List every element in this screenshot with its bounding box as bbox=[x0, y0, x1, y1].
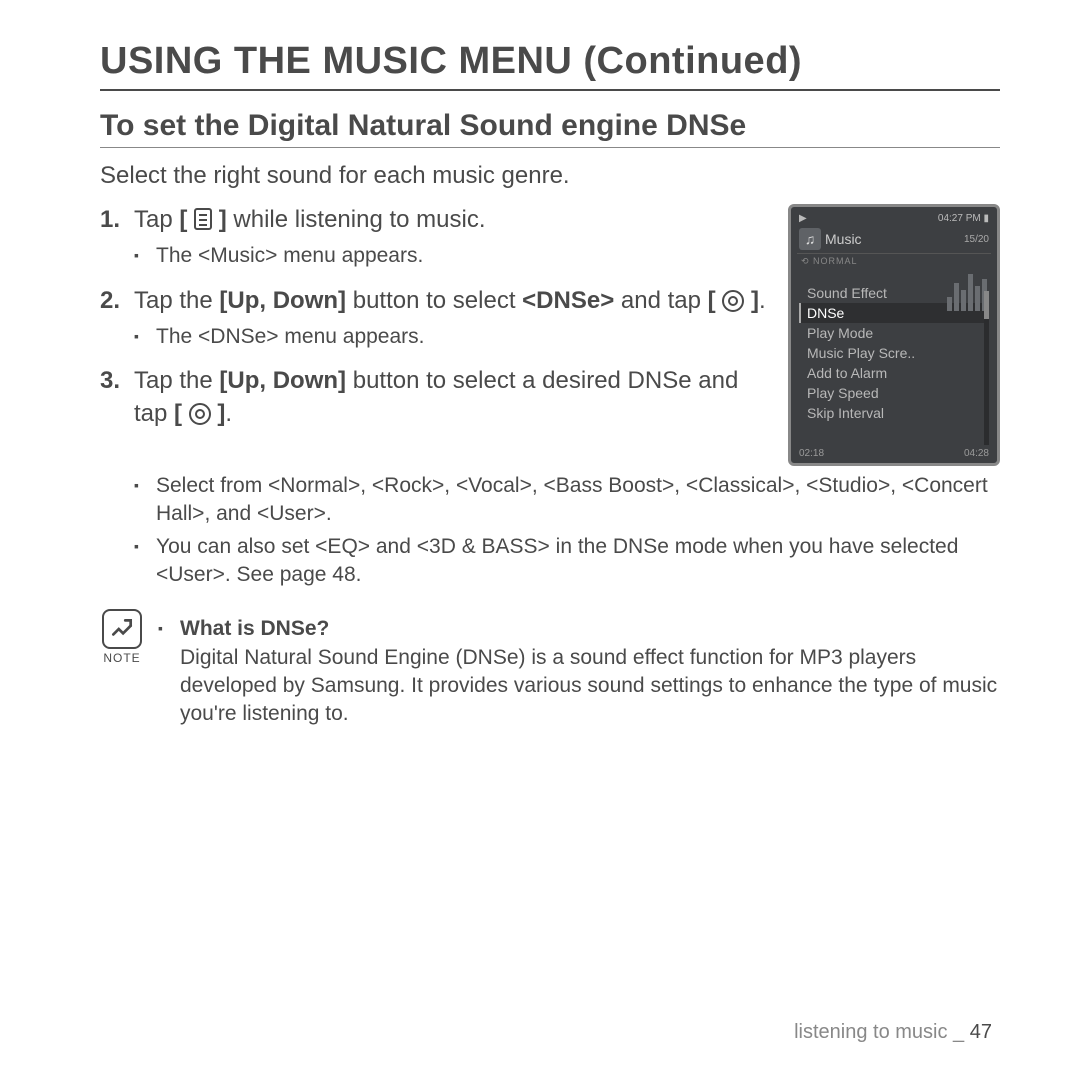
device-menu-item: Skip Interval bbox=[799, 403, 985, 423]
equalizer-icon bbox=[947, 265, 987, 311]
step-1: Tap [ ] while listening to music. The <M… bbox=[100, 204, 766, 271]
device-track-count: 15/20 bbox=[964, 234, 989, 245]
device-menu-item: Play Mode bbox=[799, 323, 985, 343]
section-title: To set the Digital Natural Sound engine … bbox=[100, 109, 1000, 148]
step-3-sub-1: Select from <Normal>, <Rock>, <Vocal>, <… bbox=[134, 472, 1000, 529]
note-block: NOTE What is DNSe? Digital Natural Sound… bbox=[100, 609, 1000, 732]
step-2: Tap the [Up, Down] button to select <DNS… bbox=[100, 285, 766, 352]
step-3: Tap the [Up, Down] button to select a de… bbox=[100, 365, 766, 430]
device-time-left: 02:18 bbox=[799, 448, 824, 459]
note-label: NOTE bbox=[100, 651, 144, 665]
device-status-right: 04:27 PM ▮ bbox=[938, 213, 989, 224]
note-content: What is DNSe? Digital Natural Sound Engi… bbox=[158, 615, 1000, 728]
device-menu-item: Add to Alarm bbox=[799, 363, 985, 383]
intro-text: Select the right sound for each music ge… bbox=[100, 162, 1000, 190]
device-menu-item: Play Speed bbox=[799, 383, 985, 403]
select-icon bbox=[189, 403, 211, 425]
device-status-left: ▶ bbox=[799, 213, 807, 224]
page-title: USING THE MUSIC MENU (Continued) bbox=[100, 40, 1000, 91]
device-menu-item: Music Play Scre.. bbox=[799, 343, 985, 363]
footer: listening to music _ 47 bbox=[794, 1021, 992, 1044]
menu-icon bbox=[194, 208, 212, 230]
device-music-label: Music bbox=[825, 231, 960, 247]
music-note-icon: ♫ bbox=[799, 228, 821, 250]
step-2-sub: The <DNSe> menu appears. bbox=[134, 323, 766, 351]
note-icon bbox=[102, 609, 142, 649]
steps-list: Tap [ ] while listening to music. The <M… bbox=[100, 204, 766, 430]
step-1-sub: The <Music> menu appears. bbox=[134, 242, 766, 270]
device-scrollbar bbox=[984, 291, 989, 445]
device-time-right: 04:28 bbox=[964, 448, 989, 459]
device-screenshot: ▶ 04:27 PM ▮ ♫ Music 15/20 ⟲ NORMAL Soun… bbox=[788, 204, 1000, 466]
select-icon bbox=[722, 290, 744, 312]
step-3-sub-2: You can also set <EQ> and <3D & BASS> in… bbox=[134, 533, 1000, 590]
